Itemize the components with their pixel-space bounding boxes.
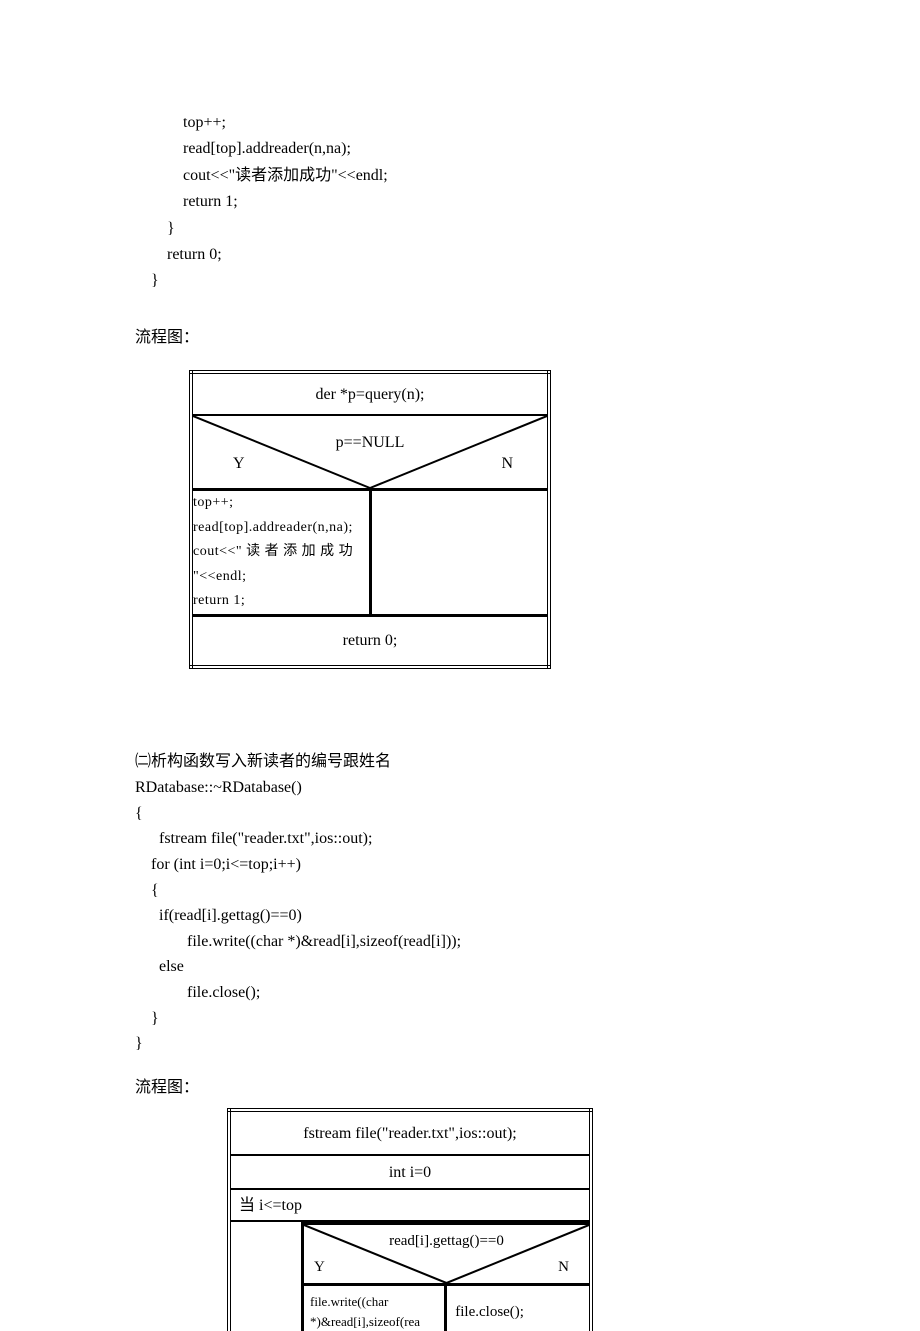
flowchart-heading-1: 流程图：: [135, 325, 785, 351]
flow1-y-line: "<<endl;: [193, 565, 369, 590]
flow1-y-line: cout<<" 读 者 添 加 成 功: [193, 540, 369, 565]
flow2-init: int i=0: [229, 1155, 591, 1189]
code-line: read[top].addreader(n,na);: [135, 140, 351, 157]
flow1-top: der *p=query(n);: [191, 372, 549, 415]
flow1-y-line: top++;: [193, 491, 369, 516]
code-line: return 0;: [135, 246, 222, 263]
flowchart-2: fstream file("reader.txt",ios::out); int…: [227, 1108, 593, 1331]
flow1-branch-n: [370, 491, 547, 614]
code-line: file.write((char *)&read[i],sizeof(read[…: [135, 933, 461, 950]
flow2-branch-y: file.write((char *)&read[i],sizeof(rea: [303, 1285, 446, 1331]
flow1-y-line: read[top].addreader(n,na);: [193, 516, 369, 541]
code-line: }: [135, 272, 159, 289]
flow1-branch-y: top++; read[top].addreader(n,na); cout<<…: [193, 491, 370, 614]
code-line: cout<<"读者添加成功"<<endl;: [135, 167, 388, 184]
flow2-branch-n: file.close();: [446, 1285, 589, 1331]
sec2-title: ㈡析构函数写入新读者的编号跟姓名: [135, 749, 785, 775]
flow2-cond-text: read[i].gettag()==0: [304, 1229, 589, 1253]
flow1-condition: p==NULL Y N: [191, 415, 549, 490]
code-block-1: top++; read[top].addreader(n,na); cout<<…: [135, 110, 785, 295]
flow1-n-label: N: [501, 451, 513, 477]
flowchart-heading-2: 流程图：: [135, 1075, 785, 1101]
code-line: for (int i=0;i<=top;i++): [135, 856, 301, 873]
code-line: file.close();: [135, 984, 260, 1001]
code-line: }: [135, 220, 175, 237]
code-line: }: [135, 1035, 143, 1052]
flow1-y-line: return 1;: [193, 589, 369, 614]
flow2-condition: read[i].gettag()==0 Y N: [303, 1224, 590, 1285]
code-line: }: [135, 1010, 159, 1027]
code-line: RDatabase::~RDatabase(): [135, 779, 302, 796]
flow2-n-label: N: [558, 1255, 569, 1279]
flow2-loop: 当 i<=top: [229, 1189, 591, 1221]
flow1-bottom: return 0;: [191, 615, 549, 667]
code-line: fstream file("reader.txt",ios::out);: [135, 830, 372, 847]
flow2-y-line: *)&read[i],sizeof(rea: [310, 1312, 438, 1331]
code-line: if(read[i].gettag()==0): [135, 907, 302, 924]
code-line: top++;: [135, 114, 226, 131]
flow2-top: fstream file("reader.txt",ios::out);: [229, 1110, 591, 1155]
code-line: {: [135, 882, 159, 899]
flowchart-1: der *p=query(n); p==NULL Y N top++; read…: [189, 370, 551, 669]
section-2: ㈡析构函数写入新读者的编号跟姓名 RDatabase::~RDatabase()…: [135, 749, 785, 1057]
code-line: return 1;: [135, 193, 238, 210]
flow2-y-label: Y: [314, 1255, 325, 1279]
flow2-y-line: file.write((char: [310, 1292, 438, 1312]
flow1-cond-text: p==NULL: [193, 430, 547, 456]
code-line: else: [135, 958, 184, 975]
code-line: {: [135, 805, 143, 822]
flow1-y-label: Y: [233, 451, 245, 477]
